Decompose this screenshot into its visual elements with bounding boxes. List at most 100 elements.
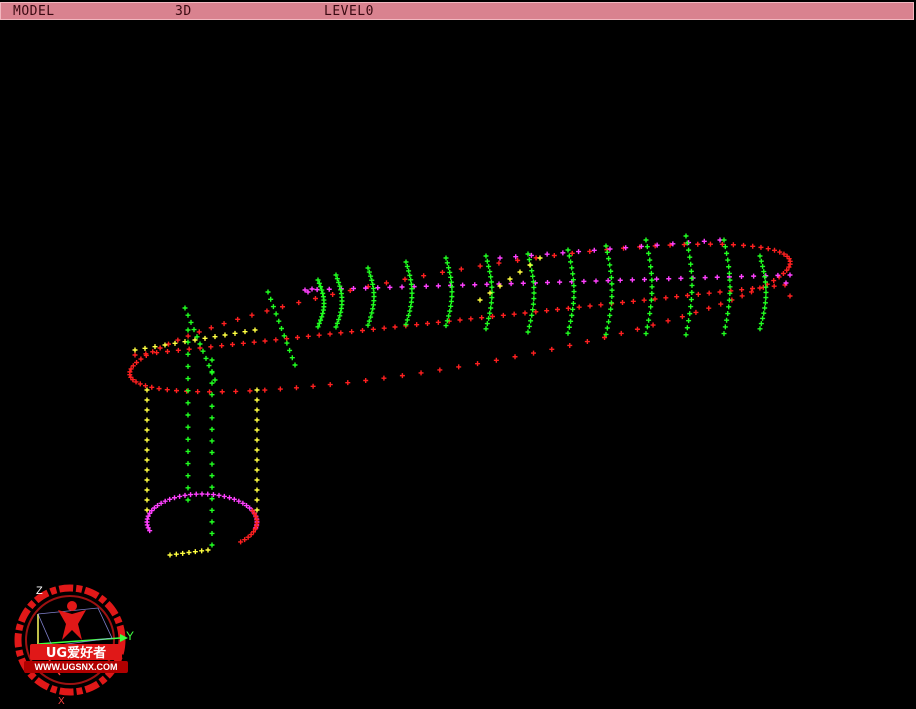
point-marker <box>520 280 526 286</box>
point-marker <box>674 294 680 300</box>
point-marker <box>197 341 203 347</box>
point-marker <box>254 437 260 443</box>
point-marker <box>531 296 537 302</box>
point-marker <box>202 335 208 341</box>
point-marker <box>142 383 148 389</box>
triad-x-label: X <box>58 696 65 705</box>
point-marker <box>569 265 575 271</box>
point-marker <box>409 290 415 296</box>
point-marker <box>620 300 625 305</box>
point-marker <box>477 263 483 269</box>
point-marker <box>287 347 293 353</box>
point-marker <box>484 321 490 327</box>
point-marker <box>164 387 170 393</box>
point-marker <box>507 276 513 282</box>
point-marker <box>252 327 258 333</box>
point-marker <box>421 273 427 279</box>
point-marker <box>206 363 212 369</box>
point-marker <box>763 295 769 301</box>
point-marker <box>479 315 485 321</box>
point-marker <box>606 256 612 262</box>
point-marker <box>406 312 412 318</box>
point-marker <box>489 295 495 301</box>
point-marker <box>192 549 198 555</box>
point-marker <box>320 307 326 313</box>
point-marker <box>448 274 454 280</box>
point-marker <box>748 289 754 295</box>
point-marker <box>254 387 260 393</box>
point-marker <box>439 269 445 275</box>
point-marker <box>157 345 163 351</box>
point-marker <box>251 339 257 345</box>
point-marker <box>132 347 138 353</box>
point-marker <box>587 248 593 254</box>
point-marker <box>642 277 647 282</box>
point-marker <box>630 298 636 304</box>
point-marker <box>643 331 649 337</box>
point-marker <box>185 461 191 467</box>
point-marker <box>646 317 652 323</box>
point-marker <box>545 280 550 285</box>
point-marker <box>277 386 283 392</box>
point-marker <box>232 330 238 336</box>
point-marker <box>446 313 452 319</box>
point-marker <box>603 243 609 249</box>
point-marker <box>587 303 593 309</box>
point-marker <box>254 407 260 413</box>
point-marker <box>408 304 414 310</box>
triad-y-label: Y <box>126 629 134 643</box>
point-marker <box>460 282 466 288</box>
point-marker <box>245 534 251 540</box>
point-marker <box>757 253 763 259</box>
point-marker <box>167 552 173 558</box>
point-marker <box>641 297 647 303</box>
point-marker <box>249 312 255 318</box>
point-marker <box>363 378 369 384</box>
point-marker <box>598 302 604 308</box>
point-marker <box>242 329 248 335</box>
point-marker <box>650 322 656 328</box>
point-marker <box>180 550 186 556</box>
point-marker <box>648 304 654 310</box>
point-marker <box>293 385 299 391</box>
point-marker <box>172 340 178 346</box>
point-marker <box>644 244 650 250</box>
point-marker <box>191 327 197 333</box>
point-marker <box>688 268 694 274</box>
point-marker <box>689 289 695 295</box>
point-marker <box>383 280 389 286</box>
point-marker <box>687 254 693 260</box>
point-marker <box>185 363 191 369</box>
point-marker <box>165 349 170 354</box>
point-marker <box>714 274 720 280</box>
point-marker <box>435 319 441 325</box>
point-marker <box>751 273 757 279</box>
point-marker <box>570 300 576 306</box>
point-marker <box>186 346 192 352</box>
point-marker <box>646 250 652 256</box>
point-marker <box>284 340 290 346</box>
point-marker <box>693 309 699 315</box>
point-marker <box>449 294 455 300</box>
point-marker <box>209 461 215 467</box>
point-marker <box>185 339 191 345</box>
point-marker <box>688 297 694 303</box>
point-marker <box>254 447 260 453</box>
point-marker <box>402 276 408 282</box>
point-marker <box>725 257 731 263</box>
point-marker <box>686 247 692 253</box>
point-marker <box>531 350 537 356</box>
point-marker <box>527 262 533 268</box>
point-marker <box>447 308 453 314</box>
point-marker <box>185 485 191 491</box>
point-marker <box>444 260 450 266</box>
point-marker <box>414 322 420 328</box>
point-marker <box>724 317 730 323</box>
point-marker <box>156 386 162 392</box>
point-marker <box>392 324 398 330</box>
point-marker <box>727 284 733 290</box>
point-marker <box>408 277 414 283</box>
point-marker <box>565 247 571 253</box>
point-marker <box>568 318 574 324</box>
point-marker <box>233 388 239 394</box>
